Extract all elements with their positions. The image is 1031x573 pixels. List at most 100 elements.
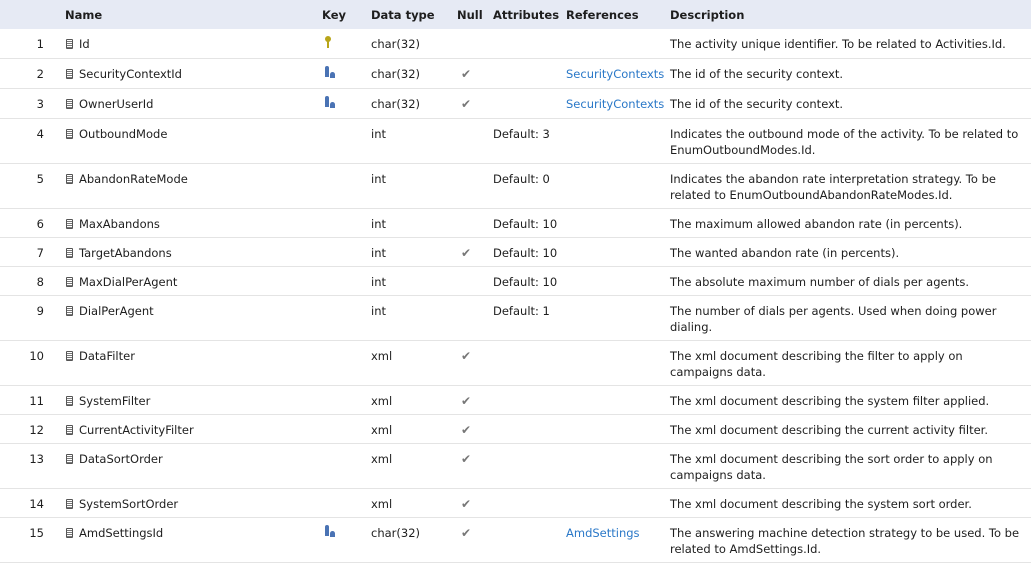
row-number: 5 bbox=[36, 172, 44, 186]
table-row[interactable]: 3 OwnerUserId char(32) ✔ SecurityContexts The… bbox=[0, 89, 1031, 119]
reference-link[interactable]: AmdSettings bbox=[566, 526, 640, 540]
column-name[interactable]: Id bbox=[79, 37, 90, 51]
column-name[interactable]: OwnerUserId bbox=[79, 97, 153, 111]
attributes-cell: Default: 10 bbox=[493, 246, 558, 260]
table-row[interactable]: 4 OutboundMode int Default: 3 Indicates the … bbox=[0, 119, 1031, 164]
description-cell: The id of the security context. bbox=[670, 97, 844, 111]
table-row[interactable]: 5 AbandonRateMode int Default: 0 Indicates t… bbox=[0, 164, 1031, 209]
column-icon bbox=[66, 396, 73, 406]
column-name-cell[interactable]: MaxDialPerAgent bbox=[59, 267, 314, 296]
column-name-cell[interactable]: SecurityContextId bbox=[59, 59, 314, 89]
column-icon bbox=[66, 277, 73, 287]
data-type-cell: char(32) bbox=[371, 67, 420, 81]
column-name-cell[interactable]: TargetAbandons bbox=[59, 238, 314, 267]
references-cell: SecurityContexts bbox=[560, 59, 664, 89]
header-description[interactable]: Description bbox=[664, 0, 1031, 29]
key-cell bbox=[314, 444, 365, 489]
data-type-cell: char(32) bbox=[371, 37, 420, 51]
description-cell: The xml document describing the system s… bbox=[670, 497, 972, 511]
column-name-cell[interactable]: OutboundMode bbox=[59, 119, 314, 164]
column-name-cell[interactable]: Id bbox=[59, 29, 314, 59]
description-cell: Indicates the outbound mode of the activ… bbox=[670, 127, 1019, 157]
column-name[interactable]: TargetAbandons bbox=[79, 246, 172, 260]
key-cell bbox=[314, 89, 365, 119]
column-name[interactable]: DataFilter bbox=[79, 349, 135, 363]
reference-link[interactable]: SecurityContexts bbox=[566, 67, 664, 81]
data-type-cell: xml bbox=[371, 394, 393, 408]
header-attributes[interactable]: Attributes bbox=[487, 0, 560, 29]
column-name[interactable]: DataSortOrder bbox=[79, 452, 163, 466]
table-row[interactable]: 12 CurrentActivityFilter xml ✔ The xml docum… bbox=[0, 415, 1031, 444]
column-name-cell[interactable]: DataSortOrder bbox=[59, 444, 314, 489]
table-row[interactable]: 14 SystemSortOrder xml ✔ The xml document de… bbox=[0, 489, 1031, 518]
table-row[interactable]: 15 AmdSettingsId char(32) ✔ AmdSettings The a… bbox=[0, 518, 1031, 563]
row-number: 9 bbox=[36, 304, 44, 318]
column-name[interactable]: OutboundMode bbox=[79, 127, 167, 141]
null-cell: ✔ bbox=[449, 238, 487, 267]
row-number: 3 bbox=[36, 97, 44, 111]
row-number: 14 bbox=[29, 497, 44, 511]
row-number: 11 bbox=[29, 394, 44, 408]
description-cell: The xml document describing the filter t… bbox=[670, 349, 963, 379]
reference-link[interactable]: SecurityContexts bbox=[566, 97, 664, 111]
references-cell bbox=[560, 267, 664, 296]
table-row[interactable]: 8 MaxDialPerAgent int Default: 10 The absolu… bbox=[0, 267, 1031, 296]
references-cell bbox=[560, 209, 664, 238]
column-name[interactable]: CurrentActivityFilter bbox=[79, 423, 194, 437]
column-name[interactable]: AbandonRateMode bbox=[79, 172, 188, 186]
description-cell: The xml document describing the sort ord… bbox=[670, 452, 993, 482]
references-cell bbox=[560, 164, 664, 209]
table-row[interactable]: 10 DataFilter xml ✔ The xml document describ… bbox=[0, 341, 1031, 386]
data-type-cell: xml bbox=[371, 349, 393, 363]
null-cell bbox=[449, 209, 487, 238]
key-cell bbox=[314, 267, 365, 296]
column-name[interactable]: SystemFilter bbox=[79, 394, 150, 408]
column-icon bbox=[66, 39, 73, 49]
table-row[interactable]: 9 DialPerAgent int Default: 1 The number of … bbox=[0, 296, 1031, 341]
header-data-type[interactable]: Data type bbox=[365, 0, 449, 29]
column-name-cell[interactable]: CurrentActivityFilter bbox=[59, 415, 314, 444]
primary-key-icon bbox=[324, 36, 332, 49]
description-cell: The number of dials per agents. Used whe… bbox=[670, 304, 997, 334]
column-name-cell[interactable]: AmdSettingsId bbox=[59, 518, 314, 563]
column-name[interactable]: SecurityContextId bbox=[79, 67, 182, 81]
key-cell bbox=[314, 296, 365, 341]
header-references[interactable]: References bbox=[560, 0, 664, 29]
description-cell: The id of the security context. bbox=[670, 67, 844, 81]
attributes-cell bbox=[487, 444, 560, 489]
table-header-row: Name Key Data type Null Attributes Refer… bbox=[0, 0, 1031, 29]
table-row[interactable]: 13 DataSortOrder xml ✔ The xml document desc… bbox=[0, 444, 1031, 489]
column-name-cell[interactable]: MaxAbandons bbox=[59, 209, 314, 238]
column-name-cell[interactable]: SystemFilter bbox=[59, 386, 314, 415]
description-cell: The xml document describing the current … bbox=[670, 423, 988, 437]
attributes-cell: Default: 10 bbox=[493, 275, 558, 289]
table-row[interactable]: 11 SystemFilter xml ✔ The xml document descr… bbox=[0, 386, 1031, 415]
table-row[interactable]: 1 Id char(32) The activity unique identifie… bbox=[0, 29, 1031, 59]
column-name-cell[interactable]: DataFilter bbox=[59, 341, 314, 386]
attributes-cell: Default: 0 bbox=[493, 172, 550, 186]
column-name-cell[interactable]: AbandonRateMode bbox=[59, 164, 314, 209]
key-cell bbox=[314, 59, 365, 89]
column-name-cell[interactable]: OwnerUserId bbox=[59, 89, 314, 119]
header-null[interactable]: Null bbox=[449, 0, 487, 29]
references-cell bbox=[560, 341, 664, 386]
null-cell bbox=[449, 29, 487, 59]
table-row[interactable]: 6 MaxAbandons int Default: 10 The maximum al… bbox=[0, 209, 1031, 238]
column-icon bbox=[66, 69, 73, 79]
column-name[interactable]: SystemSortOrder bbox=[79, 497, 178, 511]
table-row[interactable]: 7 TargetAbandons int ✔ Default: 10 The wanted… bbox=[0, 238, 1031, 267]
column-name[interactable]: MaxAbandons bbox=[79, 217, 160, 231]
data-type-cell: int bbox=[371, 304, 386, 318]
header-key[interactable]: Key bbox=[314, 0, 365, 29]
key-cell bbox=[314, 209, 365, 238]
column-name[interactable]: DialPerAgent bbox=[79, 304, 154, 318]
column-name[interactable]: AmdSettingsId bbox=[79, 526, 163, 540]
key-cell bbox=[314, 238, 365, 267]
attributes-cell bbox=[487, 341, 560, 386]
table-row[interactable]: 2 SecurityContextId char(32) ✔ SecurityConte… bbox=[0, 59, 1031, 89]
column-name[interactable]: MaxDialPerAgent bbox=[79, 275, 177, 289]
null-cell: ✔ bbox=[449, 489, 487, 518]
column-name-cell[interactable]: SystemSortOrder bbox=[59, 489, 314, 518]
column-name-cell[interactable]: DialPerAgent bbox=[59, 296, 314, 341]
header-name[interactable]: Name bbox=[59, 0, 314, 29]
